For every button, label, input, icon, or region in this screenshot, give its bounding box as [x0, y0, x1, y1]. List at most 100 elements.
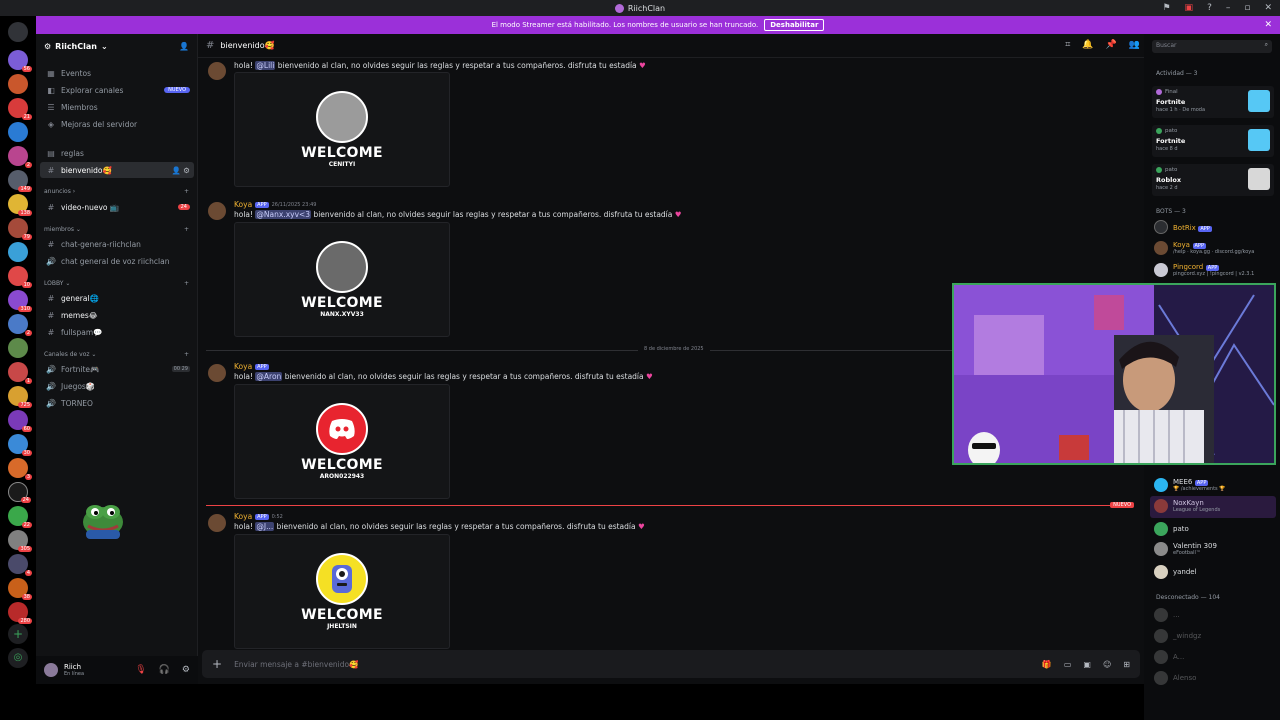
activity-card[interactable]: Final Fortnite hace 1 h · De moda — [1152, 86, 1274, 118]
server-icon[interactable] — [8, 74, 28, 94]
server-header[interactable]: ⚙ RiichClan ⌄ 👤 — [36, 34, 197, 58]
add-channel-icon[interactable]: + — [184, 280, 189, 287]
member-item[interactable]: yandel — [1154, 565, 1197, 579]
server-icon[interactable]: 21 — [8, 98, 32, 120]
member-list-icon[interactable]: 👥 — [1129, 40, 1140, 50]
server-icon[interactable]: 725 — [8, 386, 32, 408]
maximize-icon[interactable]: ▫ — [1244, 3, 1250, 13]
category-miembros[interactable]: miembros ⌄ + — [44, 226, 189, 233]
category-lobby[interactable]: LOBBY ⌄ + — [44, 280, 189, 287]
welcome-card[interactable]: WELCOME NANX.XYV33 — [234, 222, 450, 337]
server-icon[interactable]: 3 — [8, 458, 32, 480]
user-mention[interactable]: @Aron — [255, 372, 283, 381]
emoji-icon[interactable]: ☺ — [1103, 660, 1111, 669]
add-channel-icon[interactable]: + — [184, 188, 189, 195]
member-item[interactable]: Alenso — [1154, 671, 1196, 685]
add-channel-icon[interactable]: + — [184, 226, 189, 233]
server-icon[interactable]: 10 — [8, 266, 32, 288]
author-name[interactable]: Koya — [234, 362, 252, 371]
channel-general[interactable]: # general🌐 — [40, 290, 194, 306]
sidebar-item-eventos[interactable]: ▦ Eventos — [40, 65, 194, 81]
avatar[interactable] — [208, 62, 226, 80]
attach-plus-icon[interactable]: + — [212, 657, 222, 671]
channel-reglas[interactable]: ▤ reglas — [40, 145, 194, 161]
server-icon[interactable] — [8, 122, 28, 142]
discover-icon[interactable]: ◎ — [8, 648, 28, 668]
user-mention[interactable]: @Lili — [255, 61, 276, 70]
invite-icon[interactable]: 👤 — [179, 42, 189, 51]
help-icon[interactable]: ? — [1207, 3, 1212, 13]
server-icon[interactable]: 149 — [8, 170, 32, 192]
server-icon[interactable]: 2 — [8, 314, 32, 336]
server-icon[interactable]: 4 — [8, 554, 32, 576]
member-item[interactable]: Pingcord APP pingcord.xyz | !pingcord | v… — [1154, 262, 1254, 277]
member-item[interactable]: _windgz — [1154, 629, 1201, 643]
settings-icon[interactable]: 👤 ⚙ — [172, 166, 190, 175]
server-icon[interactable] — [8, 242, 28, 262]
avatar[interactable] — [208, 202, 226, 220]
author-name[interactable]: Koya — [234, 200, 252, 209]
member-item[interactable]: MEE6 APP 🏆 /achievements 🏆 — [1154, 477, 1225, 492]
home-icon[interactable] — [8, 22, 28, 42]
activity-card[interactable]: pato Fortnite hace 8 d — [1152, 125, 1274, 157]
channel-memes[interactable]: # memes😂 — [40, 307, 194, 323]
server-icon[interactable]: 38 — [8, 578, 32, 600]
message-input[interactable]: Enviar mensaje a #bienvenido🥰 — [234, 660, 358, 669]
server-icon[interactable]: 79 — [8, 218, 32, 240]
server-icon[interactable]: 138 — [8, 194, 32, 216]
server-icon[interactable]: 310 — [8, 290, 32, 312]
threads-icon[interactable]: ⌗ — [1065, 40, 1070, 50]
server-icon[interactable]: 56 — [8, 50, 32, 72]
minimize-icon[interactable]: – — [1226, 3, 1231, 13]
category-voz[interactable]: Canales de voz ⌄ + — [44, 351, 189, 358]
gif-icon[interactable]: ▭ — [1064, 660, 1072, 669]
channel-chat-voz[interactable]: 🔊 chat general de voz riichclan — [40, 253, 194, 269]
server-icon[interactable]: 30 — [8, 434, 32, 456]
channel-video-nuevo[interactable]: # video-nuevo 📺 24 — [40, 199, 194, 215]
server-icon[interactable]: 22 — [8, 506, 32, 528]
sidebar-item-mejoras[interactable]: ◈ Mejoras del servidor — [40, 116, 194, 132]
close-banner-icon[interactable]: ✕ — [1264, 20, 1272, 30]
search-input[interactable]: Buscar ⌕ — [1152, 40, 1272, 53]
sidebar-item-explorar[interactable]: ◧ Explorar canales NUEVO — [40, 82, 194, 98]
inbox-icon[interactable]: ⚑ — [1162, 3, 1170, 13]
disable-streamer-button[interactable]: Deshabilitar — [764, 19, 825, 31]
welcome-card[interactable]: WELCOME ARON022943 — [234, 384, 450, 499]
screen-share-icon[interactable]: ▣ — [1185, 3, 1194, 13]
channel-juegos[interactable]: 🔊 Juegos🎲 — [40, 378, 194, 394]
member-item[interactable]: Koya APP/help · koya.gg · discord.gg/koy… — [1154, 240, 1254, 255]
avatar[interactable] — [44, 663, 58, 677]
channel-fullspam[interactable]: # fullspam💬 — [40, 324, 194, 340]
server-icon[interactable]: 280 — [8, 602, 32, 624]
member-item[interactable]: BotRix APP — [1154, 220, 1212, 234]
sidebar-item-miembros[interactable]: ☰ Miembros — [40, 99, 194, 115]
member-item[interactable]: A... — [1154, 650, 1184, 664]
pin-icon[interactable]: 📌 — [1106, 40, 1117, 50]
user-mention[interactable]: @J... — [255, 522, 275, 531]
add-channel-icon[interactable]: + — [184, 351, 189, 358]
server-icon[interactable]: 1 — [8, 362, 32, 384]
welcome-card[interactable]: WELCOME JHELTSIN — [234, 534, 450, 649]
headphones-icon[interactable]: 🎧 — [159, 665, 170, 675]
bell-icon[interactable]: 🔔 — [1082, 40, 1093, 50]
avatar[interactable] — [208, 364, 226, 382]
category-anuncios[interactable]: anuncios › + — [44, 188, 189, 195]
channel-chat-genera[interactable]: # chat-genera-riichclan — [40, 236, 194, 252]
activity-card[interactable]: pato Roblox hace 2 d — [1152, 164, 1274, 196]
member-item[interactable]: NoxKayn League of Legends — [1154, 499, 1220, 513]
welcome-card[interactable]: WELCOME CENITYI — [234, 72, 450, 187]
author-name[interactable]: Koya — [234, 512, 252, 521]
message-composer[interactable]: + Enviar mensaje a #bienvenido🥰 🎁 ▭ ▣ ☺ … — [202, 650, 1140, 678]
add-server-icon[interactable]: + — [8, 624, 28, 644]
avatar[interactable] — [208, 514, 226, 532]
mute-mic-icon[interactable]: 🎙 — [135, 665, 146, 675]
channel-torneo[interactable]: 🔊 TORNEO — [40, 395, 194, 411]
member-item[interactable]: pato — [1154, 522, 1189, 536]
user-mention[interactable]: @Nanx.xyv<3 — [255, 210, 312, 219]
server-icon[interactable]: 2 — [8, 146, 32, 168]
channel-fortnite[interactable]: 🔊 Fortnite🎮 00 29 — [40, 361, 194, 377]
channel-bienvenido[interactable]: # bienvenido🥰 👤 ⚙ — [40, 162, 194, 178]
member-item[interactable]: Valentin 309 eFootball™ — [1154, 542, 1217, 556]
member-item[interactable]: ... — [1154, 608, 1180, 622]
close-window-icon[interactable]: ✕ — [1264, 3, 1272, 13]
